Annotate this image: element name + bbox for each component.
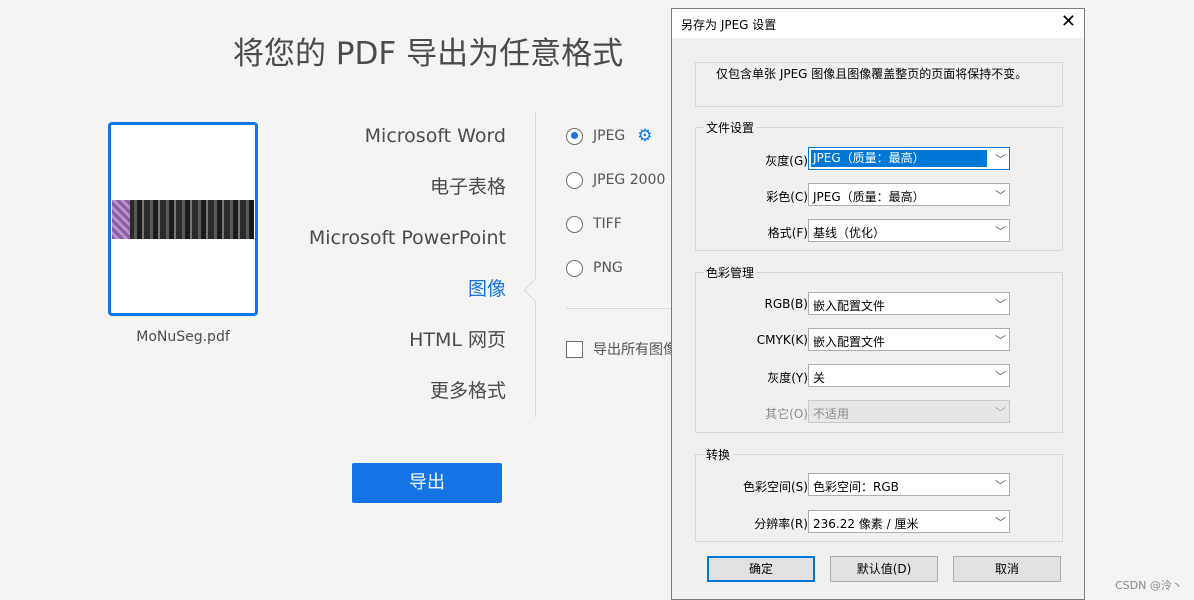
export-all-checkbox[interactable]	[566, 340, 583, 358]
radio-jpeg2000[interactable]: JPEG 2000	[566, 170, 665, 190]
color-row: 彩色(C): JPEG（质量：最高） ﹀	[696, 183, 1062, 207]
dialog-title: 另存为 JPEG 设置	[681, 18, 777, 32]
chevron-down-icon: ﹀	[995, 225, 1006, 238]
chevron-down-icon: ﹀	[995, 406, 1006, 419]
color-space-row: 色彩空间(S): 色彩空间：RGB ﹀	[696, 473, 1062, 497]
format-item-word[interactable]: Microsoft Word	[280, 112, 506, 163]
chevron-down-icon: ﹀	[995, 334, 1006, 347]
selection-pointer	[523, 278, 547, 302]
watermark: CSDN @泠丶	[1115, 579, 1183, 592]
format-select[interactable]: 基线（优化） ﹀	[808, 219, 1010, 242]
select-value: JPEG（质量：最高）	[813, 190, 925, 204]
radio-png[interactable]: PNG	[566, 258, 623, 278]
resolution-row: 分辨率(R): 236.22 像素 / 厘米 ﹀	[696, 510, 1062, 534]
format-item-spreadsheet[interactable]: 电子表格	[280, 163, 506, 214]
ok-button[interactable]: 确定	[707, 556, 815, 582]
close-icon[interactable]: ✕	[1061, 12, 1076, 32]
field-label: 彩色(C):	[766, 190, 812, 204]
radio-jpeg[interactable]: JPEG ⚙	[566, 126, 653, 146]
field-label: 灰度(G):	[765, 154, 812, 168]
chevron-down-icon: ﹀	[995, 516, 1006, 529]
color-space-select[interactable]: 色彩空间：RGB ﹀	[808, 473, 1010, 496]
gray-profile-row: 灰度(Y): 关 ﹀	[696, 364, 1062, 388]
color-select[interactable]: JPEG（质量：最高） ﹀	[808, 183, 1010, 206]
chevron-down-icon: ﹀	[995, 189, 1006, 202]
chevron-down-icon: ﹀	[995, 298, 1006, 311]
page-title: 将您的 PDF 导出为任意格式	[233, 36, 624, 72]
radio-label: TIFF	[593, 216, 622, 232]
conversion-group: 转换 色彩空间(S): 色彩空间：RGB ﹀ 分辨率(R): 236.22 像素…	[695, 446, 1063, 542]
export-all-label: 导出所有图像	[593, 342, 677, 358]
other-row: 其它(O): 不适用 ﹀	[696, 400, 1062, 424]
format-item-more[interactable]: 更多格式	[280, 367, 506, 418]
radio-label: JPEG 2000	[593, 172, 666, 188]
select-value: 关	[813, 371, 826, 385]
group-title: 文件设置	[704, 119, 757, 136]
select-value: 236.22 像素 / 厘米	[813, 517, 919, 531]
other-select: 不适用 ﹀	[808, 400, 1010, 423]
info-message: 仅包含单张 JPEG 图像且图像覆盖整页的页面将保持不变。	[695, 62, 1063, 107]
format-item-powerpoint[interactable]: Microsoft PowerPoint	[280, 214, 506, 265]
group-title: 色彩管理	[704, 264, 757, 281]
defaults-button[interactable]: 默认值(D)	[830, 556, 938, 582]
cancel-button[interactable]: 取消	[953, 556, 1061, 582]
format-item-image[interactable]: 图像	[280, 265, 506, 316]
field-label: 格式(F):	[767, 226, 812, 240]
cmyk-select[interactable]: 嵌入配置文件 ﹀	[808, 328, 1010, 351]
grayscale-select[interactable]: JPEG（质量：最高） ﹀	[808, 147, 1010, 170]
field-label: CMYK(K):	[756, 333, 812, 347]
field-label: 其它(O):	[765, 407, 812, 421]
select-value: 色彩空间：RGB	[813, 480, 899, 494]
cmyk-row: CMYK(K): 嵌入配置文件 ﹀	[696, 328, 1062, 352]
rgb-row: RGB(B): 嵌入配置文件 ﹀	[696, 292, 1062, 316]
group-title: 转换	[704, 446, 733, 463]
chevron-down-icon: ﹀	[995, 370, 1006, 383]
radio-label: JPEG	[593, 128, 626, 144]
resolution-select[interactable]: 236.22 像素 / 厘米 ﹀	[808, 510, 1010, 533]
gray-profile-select[interactable]: 关 ﹀	[808, 364, 1010, 387]
gear-icon[interactable]: ⚙	[637, 127, 652, 145]
radio-button[interactable]	[566, 127, 583, 145]
field-label: 灰度(Y):	[767, 371, 812, 385]
format-list: Microsoft Word 电子表格 Microsoft PowerPoint…	[280, 112, 506, 418]
file-settings-group: 文件设置 灰度(G): JPEG（质量：最高） ﹀ 彩色(C): JPEG（质量…	[695, 119, 1063, 251]
chevron-down-icon: ﹀	[995, 479, 1006, 492]
radio-button[interactable]	[566, 259, 583, 277]
field-label: 分辨率(R):	[754, 517, 812, 531]
rgb-select[interactable]: 嵌入配置文件 ﹀	[808, 292, 1010, 315]
export-all-images-option[interactable]: 导出所有图像	[566, 339, 677, 359]
select-value: JPEG（质量：最高）	[811, 150, 987, 167]
radio-button[interactable]	[566, 171, 583, 189]
dialog-titlebar[interactable]: 另存为 JPEG 设置 ✕	[672, 9, 1084, 38]
radio-button[interactable]	[566, 215, 583, 233]
format-item-html[interactable]: HTML 网页	[280, 316, 506, 367]
horizontal-divider	[566, 308, 676, 309]
chevron-down-icon: ﹀	[995, 153, 1006, 166]
radio-label: PNG	[593, 260, 623, 276]
select-value: 嵌入配置文件	[813, 335, 886, 349]
vertical-divider	[535, 112, 536, 417]
field-label: RGB(B):	[764, 297, 812, 311]
pdf-thumbnail[interactable]	[108, 122, 258, 316]
grayscale-row: 灰度(G): JPEG（质量：最高） ﹀	[696, 147, 1062, 171]
select-value: 嵌入配置文件	[813, 299, 886, 313]
thumbnail-image-strip	[112, 200, 254, 239]
jpeg-settings-dialog: 另存为 JPEG 设置 ✕ 仅包含单张 JPEG 图像且图像覆盖整页的页面将保持…	[671, 8, 1085, 600]
color-management-group: 色彩管理 RGB(B): 嵌入配置文件 ﹀ CMYK(K): 嵌入配置文件 ﹀ …	[695, 264, 1063, 433]
field-label: 色彩空间(S):	[742, 480, 812, 494]
select-value: 基线（优化）	[813, 226, 886, 240]
format-row: 格式(F): 基线（优化） ﹀	[696, 219, 1062, 243]
radio-tiff[interactable]: TIFF	[566, 214, 622, 234]
export-button[interactable]: 导出	[352, 463, 502, 503]
file-name: MoNuSeg.pdf	[136, 329, 230, 345]
select-value: 不适用	[813, 407, 850, 421]
